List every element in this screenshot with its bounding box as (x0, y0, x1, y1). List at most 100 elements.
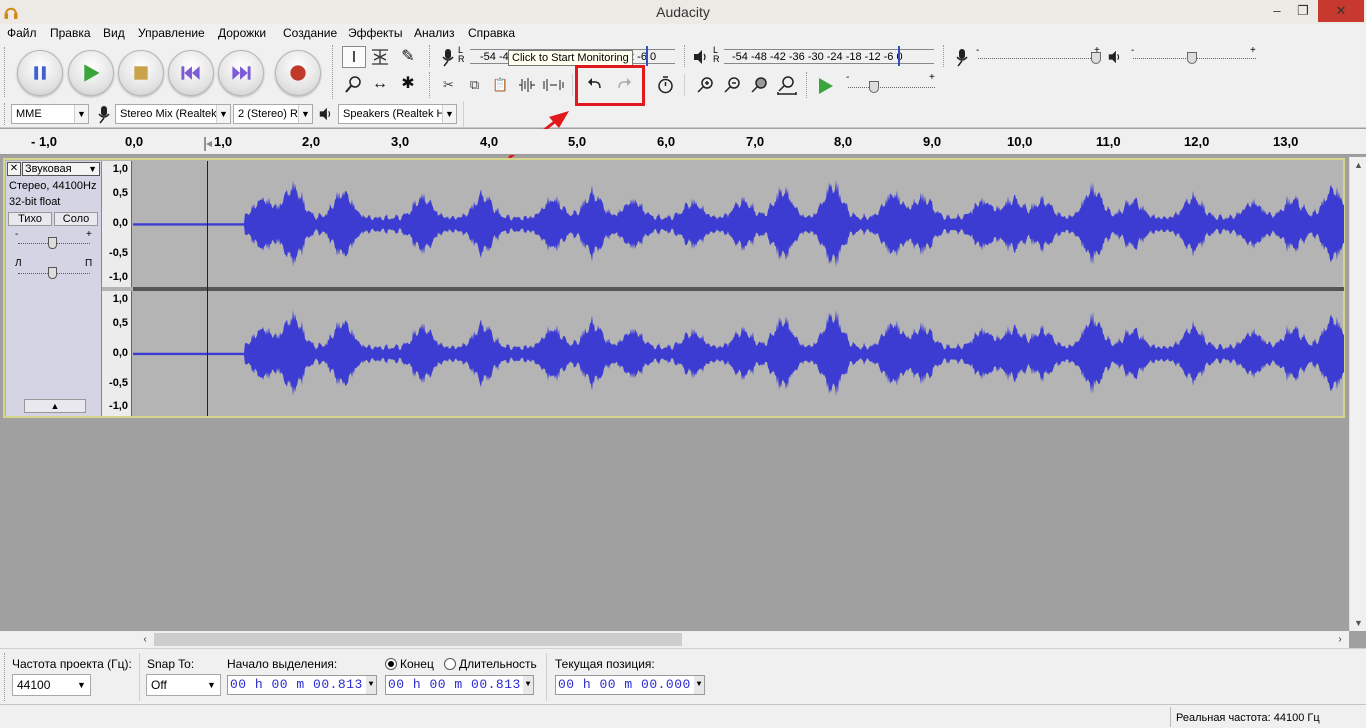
speaker-icon (319, 107, 331, 121)
toolbar-grip[interactable] (4, 653, 10, 701)
paste-icon[interactable]: 📋 (488, 73, 513, 97)
pan-slider-thumb[interactable] (48, 267, 57, 279)
length-radio[interactable] (444, 658, 456, 670)
speaker-icon[interactable] (692, 48, 710, 66)
project-rate-label: Частота проекта (Гц): (12, 657, 132, 671)
toolbar-separator (572, 74, 573, 96)
menu-file[interactable]: Файл (7, 26, 37, 40)
fit-project-icon[interactable] (774, 73, 799, 97)
vertical-scrollbar[interactable]: ▲ ▼ (1349, 157, 1366, 631)
scroll-left-icon[interactable]: ‹ (138, 631, 152, 648)
recording-device-value: Stereo Mix (Realtek (120, 108, 217, 120)
toolbar-grip[interactable] (4, 103, 10, 125)
play-button[interactable] (68, 50, 114, 96)
mute-button[interactable]: Тихо (8, 212, 52, 226)
horizontal-scroll-thumb[interactable] (154, 633, 682, 646)
output-volume-thumb[interactable] (1187, 52, 1197, 64)
close-button[interactable]: ✕ (1318, 0, 1364, 22)
copy-icon[interactable]: ⧉ (462, 73, 487, 97)
menu-tracks[interactable]: Дорожки (218, 26, 266, 40)
toolbar-grip[interactable] (4, 47, 10, 97)
track-name-menu[interactable]: Звуковая ▼ (22, 162, 100, 176)
speed-slider-plus: + (929, 72, 935, 83)
toolbar-grip[interactable] (429, 45, 435, 67)
selection-start-value: 00 h 00 m 00.813 s (230, 677, 377, 692)
silence-audio-icon[interactable] (541, 73, 566, 97)
cut-icon[interactable]: ✂ (436, 73, 461, 97)
vruler-label: -0,5 (109, 247, 128, 259)
play-at-speed-icon[interactable] (815, 76, 835, 96)
snap-to-select[interactable]: Off ▼ (146, 674, 221, 696)
project-rate-select[interactable]: 44100 ▼ (12, 674, 91, 696)
waveform-right-channel[interactable] (133, 291, 1344, 416)
playback-meter-bar[interactable] (724, 49, 934, 50)
scroll-right-icon[interactable]: › (1333, 631, 1347, 648)
toolbar-grip[interactable] (684, 45, 690, 67)
zoom-out-icon[interactable] (720, 73, 745, 97)
toolbar-separator (546, 653, 547, 701)
multi-tool-icon[interactable]: ✱ (396, 73, 420, 95)
timeline-ruler[interactable]: - 1,0 0,0 1,0 2,0 3,0 4,0 5,0 6,0 7,0 8,… (0, 129, 1366, 155)
collapse-track-button[interactable]: ▲ (24, 399, 86, 413)
zoom-tool-icon[interactable] (342, 73, 366, 95)
toolbar-grip[interactable] (806, 72, 812, 98)
playback-device-select[interactable]: Speakers (Realtek H ▼ (338, 104, 457, 124)
menu-transport[interactable]: Управление (138, 26, 205, 40)
maximize-button[interactable]: ❐ (1290, 0, 1316, 22)
selection-start-field[interactable]: 00 h 00 m 00.813 s ▼ (227, 675, 377, 695)
fit-selection-icon[interactable] (747, 73, 772, 97)
menu-edit[interactable]: Правка (50, 26, 91, 40)
envelope-tool-icon[interactable] (368, 46, 392, 68)
chevron-down-icon[interactable]: ▼ (366, 676, 376, 694)
chevron-down-icon: ▼ (88, 164, 97, 174)
pause-button[interactable] (17, 50, 63, 96)
scroll-up-icon[interactable]: ▲ (1350, 157, 1366, 173)
selection-tool-icon[interactable]: I (342, 46, 366, 68)
horizontal-scrollbar[interactable]: ‹ › (138, 631, 1349, 648)
chevron-down-icon: ▼ (298, 105, 312, 123)
vertical-ruler-right-channel: 1,0 0,5 0,0 -0,5 -1,0 (102, 291, 132, 416)
sync-lock-icon[interactable] (653, 73, 678, 97)
solo-button[interactable]: Соло (54, 212, 98, 226)
recording-device-select[interactable]: Stereo Mix (Realtek ▼ (115, 104, 231, 124)
end-radio[interactable] (385, 658, 397, 670)
ruler-label: - 1,0 (31, 134, 58, 149)
recording-channels-select[interactable]: 2 (Stereo) R ▼ (233, 104, 313, 124)
waveform-left-channel[interactable] (133, 161, 1344, 287)
play-head-marker-icon (204, 137, 212, 151)
audio-host-select[interactable]: MME ▼ (11, 104, 89, 124)
chevron-down-icon[interactable]: ▼ (523, 676, 533, 694)
gain-slider-thumb[interactable] (48, 237, 57, 249)
track-close-button[interactable]: ✕ (7, 162, 21, 176)
audio-position-field[interactable]: 00 h 00 m 00.000 s ▼ (555, 675, 705, 695)
track-name: Звуковая (25, 163, 72, 175)
toolbar-grip[interactable] (332, 45, 338, 99)
trim-audio-icon[interactable] (514, 73, 539, 97)
play-speed-thumb[interactable] (869, 81, 879, 93)
time-shift-tool-icon[interactable]: ↔ (368, 73, 392, 95)
play-speed-slider[interactable] (848, 87, 935, 88)
chevron-down-icon[interactable]: ▼ (694, 676, 704, 694)
toolbar-grip[interactable] (429, 72, 435, 98)
vruler-label: 0,0 (112, 217, 128, 229)
input-volume-slider[interactable] (978, 58, 1101, 59)
menu-view[interactable]: Вид (103, 26, 125, 40)
audio-track[interactable]: ✕ Звуковая ▼ Стерео, 44100Hz 32-bit floa… (3, 158, 1345, 418)
record-button[interactable] (275, 50, 321, 96)
toolbar-grip[interactable] (943, 45, 949, 67)
microphone-icon[interactable] (437, 47, 457, 67)
zoom-in-icon[interactable] (693, 73, 718, 97)
menu-effects[interactable]: Эффекты (348, 26, 403, 40)
draw-tool-icon[interactable]: ✎ (396, 46, 420, 68)
scroll-down-icon[interactable]: ▼ (1350, 615, 1366, 631)
stop-button[interactable] (118, 50, 164, 96)
minimize-button[interactable]: ‒ (1264, 0, 1290, 22)
menu-analyze[interactable]: Анализ (414, 26, 455, 40)
menu-generate[interactable]: Создание (283, 26, 337, 40)
selection-end-field[interactable]: 00 h 00 m 00.813 s ▼ (385, 675, 534, 695)
menu-help[interactable]: Справка (468, 26, 515, 40)
input-volume-thumb[interactable] (1091, 52, 1101, 64)
skip-to-start-button[interactable] (168, 50, 214, 96)
playback-meter-bar[interactable] (724, 63, 934, 64)
skip-to-end-button[interactable] (218, 50, 264, 96)
